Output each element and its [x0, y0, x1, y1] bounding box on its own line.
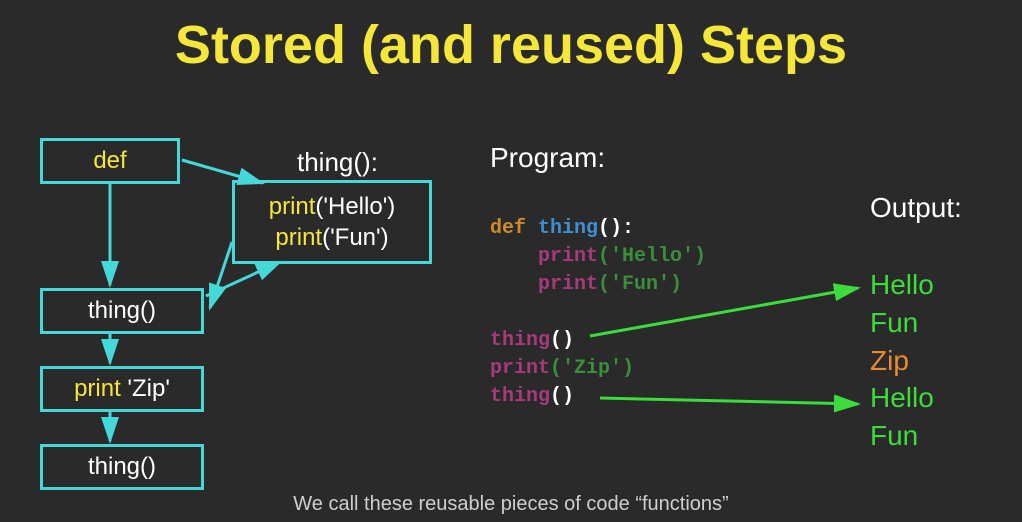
code-def-paren: (): [598, 217, 634, 240]
slide-caption: We call these reusable pieces of code “f… [0, 493, 1022, 516]
flow-box-call2: thing() [40, 444, 204, 490]
output-line-fun: Fun [870, 304, 934, 342]
code-indent [490, 273, 538, 296]
flow-box-print-zip: print 'Zip' [40, 366, 204, 412]
flow-box-def: def [40, 138, 180, 184]
program-label: Program: [490, 142, 605, 174]
flow-thing-header: thing(): [297, 147, 378, 178]
code-print-kw: print [538, 273, 598, 296]
code-call2: thing [490, 385, 550, 408]
code-hello-arg: ('Hello') [598, 245, 706, 268]
def-keyword: def [93, 147, 126, 174]
output-label: Output: [870, 192, 962, 224]
body-line-2: print('Fun') [235, 222, 429, 253]
print-keyword: print [275, 224, 322, 251]
call-label: thing() [88, 453, 156, 480]
code-indent [490, 245, 538, 268]
print-arg: ('Hello') [315, 193, 395, 220]
code-zip-arg: ('Zip') [550, 357, 634, 380]
code-call1-paren: () [550, 329, 574, 352]
output-line-hello: Hello [870, 266, 934, 304]
output-line-zip: Zip [870, 342, 934, 380]
code-print-kw: print [538, 245, 598, 268]
code-call1: thing [490, 329, 550, 352]
zip-literal: 'Zip' [121, 375, 170, 402]
print-arg: ('Fun') [322, 224, 389, 251]
output-list: Hello Fun Zip Hello Fun [870, 266, 934, 455]
code-fun-arg: ('Fun') [598, 273, 682, 296]
flow-box-body: print('Hello') print('Fun') [232, 180, 432, 264]
flow-box-call1: thing() [40, 288, 204, 334]
code-def-name: thing [526, 217, 598, 240]
output-line-fun-2: Fun [870, 417, 934, 455]
call-label: thing() [88, 297, 156, 324]
code-call2-paren: () [550, 385, 574, 408]
print-keyword: print [74, 375, 121, 402]
body-line-1: print('Hello') [235, 191, 429, 222]
print-keyword: print [269, 193, 316, 220]
output-line-hello-2: Hello [870, 379, 934, 417]
code-print-zip-kw: print [490, 357, 550, 380]
code-def-kw: def [490, 217, 526, 240]
slide-title: Stored (and reused) Steps [0, 14, 1022, 76]
program-code: def thing(): print('Hello') print('Fun')… [490, 215, 706, 411]
